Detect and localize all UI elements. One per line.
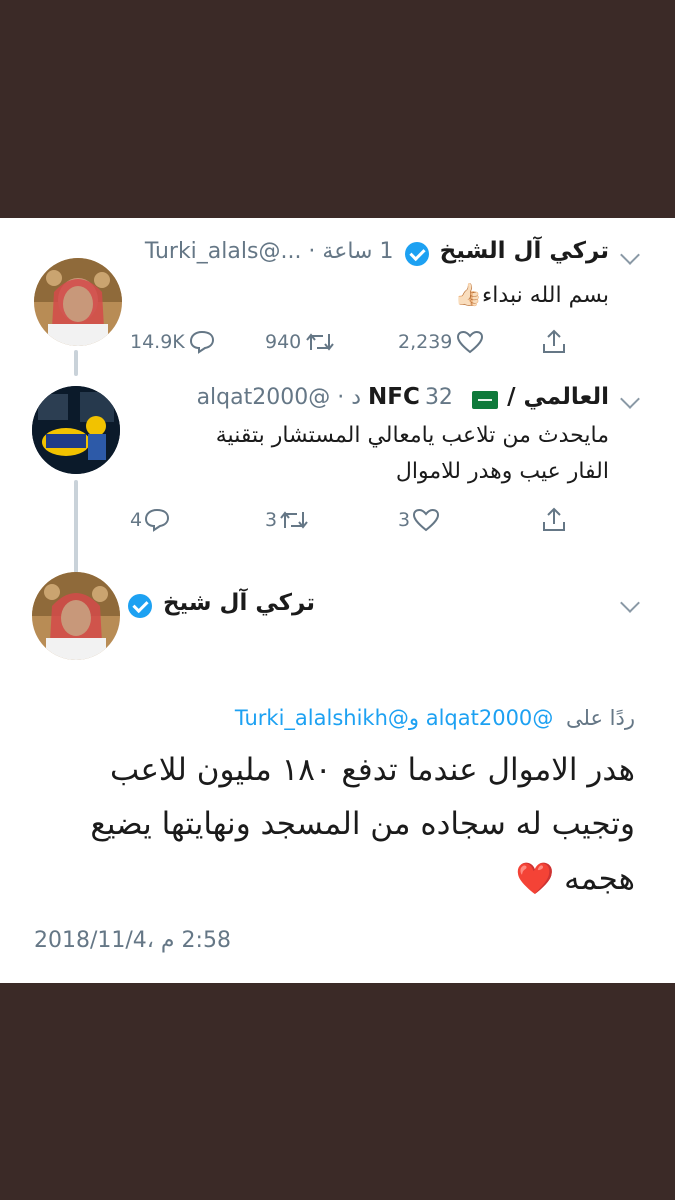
tweet1-retweet-count: 940 (265, 331, 302, 353)
tweet2-reply-count: 4 (130, 509, 143, 531)
tweet1-like-count: 2,239 (398, 331, 453, 353)
tweet1-reply-count: 14.9K (130, 331, 185, 353)
tweet1-reply-action[interactable]: 14.9K (130, 330, 215, 354)
reply-icon (145, 508, 170, 532)
tweet3-reply-context: ردًا على @alqat2000 و@Turki_alalshikh (235, 706, 635, 730)
retweet-icon (280, 511, 308, 529)
tweet2-like-count: 3 (398, 509, 411, 531)
like-icon (413, 508, 440, 532)
tweet2-text-line2: الفار عيب وهدر للاموال (395, 459, 609, 484)
tweet2-author-name[interactable]: العالمي / (507, 384, 609, 410)
tweet1-text: بسم الله نبداء👍🏻 (454, 283, 609, 308)
tweet1-like-action[interactable]: 2,239 (398, 330, 484, 354)
share-icon (543, 329, 565, 353)
tweet2-like-action[interactable]: 3 (398, 508, 440, 532)
reply-prefix: ردًا على (566, 706, 635, 730)
tweet2-reply-action[interactable]: 4 (130, 508, 170, 532)
thread-line (74, 350, 78, 376)
tweet1-meta: 1 ساعة · ...@Turki_alals (144, 239, 394, 264)
tweet3-header: تركي آل شيخ (127, 590, 315, 618)
chevron-down-icon[interactable] (620, 245, 640, 265)
reply-icon (189, 330, 214, 354)
chevron-down-icon[interactable] (620, 389, 640, 409)
tweet3-text-line3: هجمه ❤️ (515, 861, 635, 897)
tweet3-text-line1: هدر الاموال عندما تدفع ١٨٠ مليون للاعب (110, 752, 635, 788)
tweet3-timestamp[interactable]: 2:58 م ،2018/11/4 (34, 928, 231, 953)
thread-line (74, 480, 78, 584)
tweet2-retweet-action[interactable]: 3 (265, 508, 309, 532)
tweet3-text-line2: وتجيب له سجاده من المسجد ونهايتها يضيع (90, 806, 635, 842)
verified-icon (127, 593, 152, 618)
tweet2-header: العالمي / NFC 32 د · @alqat2000 (197, 384, 609, 410)
tweet1-share-action[interactable] (540, 328, 568, 360)
tweet1-retweet-action[interactable]: 940 (265, 330, 335, 354)
chevron-down-icon[interactable] (620, 593, 640, 613)
tweet1-header: تركي آل الشيخ 1 ساعة · ...@Turki_alals (145, 238, 609, 266)
tweet2-author-tag[interactable]: NFC (368, 384, 420, 410)
saudi-flag-icon (472, 390, 499, 409)
tweet2-retweet-count: 3 (265, 509, 278, 531)
retweet-icon (306, 333, 335, 351)
avatar-turki[interactable] (32, 572, 120, 660)
like-icon (457, 330, 484, 354)
tweet-thread-card: تركي آل الشيخ 1 ساعة · ...@Turki_alals ب… (0, 218, 675, 983)
tweet3-author-name[interactable]: تركي آل شيخ (163, 590, 315, 616)
tweet2-share-action[interactable] (540, 506, 568, 538)
verified-icon (404, 241, 429, 266)
tweet1-author-name[interactable]: تركي آل الشيخ (440, 238, 609, 264)
reply-mentions[interactable]: @alqat2000 و@Turki_alalshikh (235, 706, 553, 730)
tweet2-text-line1: مايحدث من تلاعب يامعالي المستشار بتقنية (215, 423, 609, 448)
share-icon (543, 507, 565, 531)
